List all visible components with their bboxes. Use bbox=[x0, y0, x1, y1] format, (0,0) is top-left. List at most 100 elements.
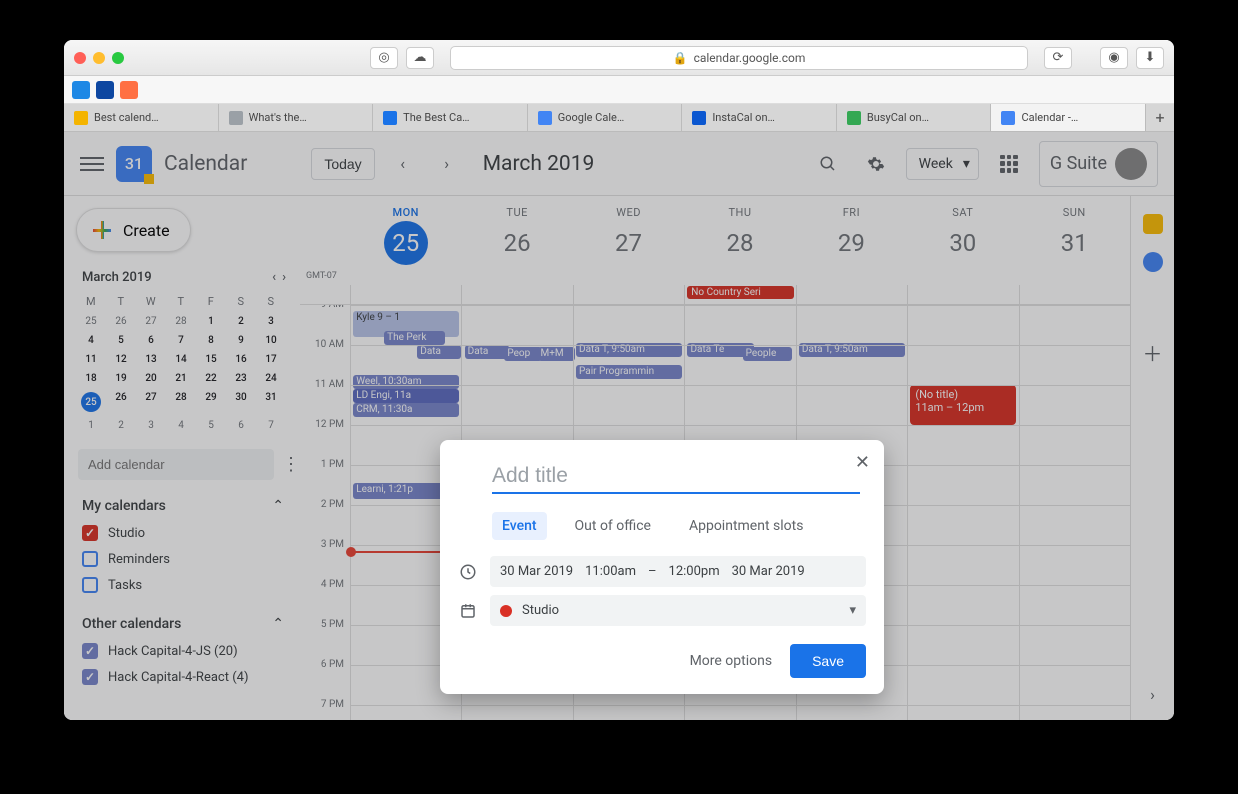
day-column[interactable] bbox=[1019, 305, 1130, 720]
calendar-event[interactable]: Data bbox=[465, 345, 509, 359]
day-column-header[interactable]: TUE 26 bbox=[461, 196, 572, 271]
create-button[interactable]: Create bbox=[76, 208, 191, 252]
day-column-header[interactable]: SAT 30 bbox=[907, 196, 1018, 271]
day-column[interactable]: (No title)11am – 12pm bbox=[907, 305, 1018, 720]
mini-cal-day[interactable]: 9 bbox=[226, 331, 256, 350]
tab-event[interactable]: Event bbox=[492, 512, 547, 540]
end-date[interactable]: 30 Mar 2019 bbox=[732, 564, 805, 579]
favorite-icon[interactable] bbox=[120, 81, 138, 99]
mini-cal-day[interactable]: 28 bbox=[166, 312, 196, 331]
next-week-button[interactable]: › bbox=[431, 148, 463, 180]
url-bar[interactable]: 🔒 calendar.google.com bbox=[450, 46, 1028, 70]
mini-cal-day[interactable]: 13 bbox=[136, 350, 166, 369]
calendar-event[interactable]: Peop bbox=[504, 347, 542, 361]
day-number[interactable]: 25 bbox=[384, 221, 428, 265]
calendar-event[interactable]: CRM, 11:30a bbox=[353, 403, 459, 417]
calendar-item[interactable]: Tasks bbox=[76, 572, 300, 598]
avatar[interactable] bbox=[1115, 148, 1147, 180]
day-column-header[interactable]: WED 27 bbox=[573, 196, 684, 271]
calendar-event[interactable]: Pair Programmin bbox=[576, 365, 682, 379]
day-number[interactable]: 30 bbox=[941, 221, 985, 265]
mini-cal-day[interactable]: 28 bbox=[166, 388, 196, 416]
mini-cal-day[interactable]: 30 bbox=[226, 388, 256, 416]
tab-appointment-slots[interactable]: Appointment slots bbox=[679, 512, 813, 540]
other-calendars-header[interactable]: Other calendars bbox=[82, 616, 181, 632]
tasks-icon[interactable] bbox=[1143, 252, 1163, 272]
keep-icon[interactable] bbox=[1143, 214, 1163, 234]
reload-button[interactable]: ⟳ bbox=[1044, 47, 1072, 69]
mini-cal-day[interactable]: 23 bbox=[226, 369, 256, 388]
main-menu-icon[interactable] bbox=[80, 152, 104, 176]
event-title-input[interactable] bbox=[492, 460, 860, 494]
browser-tab[interactable]: Google Cale… bbox=[528, 104, 683, 131]
search-icon[interactable] bbox=[810, 146, 846, 182]
mini-cal-day[interactable]: 27 bbox=[136, 312, 166, 331]
mini-cal-day[interactable]: 10 bbox=[256, 331, 286, 350]
prev-week-button[interactable]: ‹ bbox=[387, 148, 419, 180]
mini-cal-day[interactable]: 6 bbox=[136, 331, 166, 350]
day-number[interactable]: 31 bbox=[1052, 221, 1096, 265]
mini-calendar[interactable]: MTWTFSS252627281234567891011121314151617… bbox=[76, 291, 286, 435]
downloads-button[interactable]: ⬇ bbox=[1136, 47, 1164, 69]
day-number[interactable]: 27 bbox=[607, 221, 651, 265]
mini-cal-day[interactable]: 25 bbox=[76, 312, 106, 331]
calendar-event[interactable]: LD Engi, 11a bbox=[353, 389, 459, 403]
add-calendar-input[interactable] bbox=[78, 449, 274, 480]
calendar-checkbox[interactable] bbox=[82, 643, 98, 659]
allday-event[interactable]: No Country Seri bbox=[687, 286, 793, 299]
day-column-header[interactable]: THU 28 bbox=[684, 196, 795, 271]
minimize-window-icon[interactable] bbox=[93, 52, 105, 64]
day-number[interactable]: 29 bbox=[829, 221, 873, 265]
new-tab-button[interactable]: + bbox=[1146, 104, 1174, 131]
mini-cal-day[interactable]: 6 bbox=[226, 416, 256, 435]
mini-cal-day[interactable]: 15 bbox=[196, 350, 226, 369]
calendar-item[interactable]: Studio bbox=[76, 520, 300, 546]
chevron-up-icon[interactable]: ⌃ bbox=[272, 616, 284, 632]
calendar-item[interactable]: Reminders bbox=[76, 546, 300, 572]
mini-cal-day[interactable]: 7 bbox=[166, 331, 196, 350]
calendar-event[interactable]: People bbox=[743, 347, 793, 361]
calendar-checkbox[interactable] bbox=[82, 551, 98, 567]
calendar-event[interactable]: The Perk bbox=[384, 331, 445, 345]
icloud-tabs-button[interactable]: ☁ bbox=[406, 47, 434, 69]
calendar-item[interactable]: Hack Capital-4-JS (20) bbox=[76, 638, 300, 664]
mini-cal-day[interactable]: 26 bbox=[106, 388, 136, 416]
calendar-event[interactable]: Data bbox=[417, 345, 461, 359]
privacy-report-button[interactable]: ◎ bbox=[370, 47, 398, 69]
browser-tab[interactable]: What's the… bbox=[219, 104, 374, 131]
reader-button[interactable]: ◉ bbox=[1100, 47, 1128, 69]
calendar-event[interactable]: M+M bbox=[538, 347, 576, 361]
add-addon-icon[interactable]: ＋ bbox=[1143, 338, 1163, 367]
start-time[interactable]: 11:00am bbox=[585, 564, 636, 579]
calendar-select[interactable]: Studio ▾ bbox=[490, 595, 866, 626]
browser-tab[interactable]: The Best Ca… bbox=[373, 104, 528, 131]
day-column-header[interactable]: SUN 31 bbox=[1019, 196, 1130, 271]
mini-cal-day[interactable]: 12 bbox=[106, 350, 136, 369]
favorite-icon[interactable] bbox=[96, 81, 114, 99]
mini-cal-day[interactable]: 17 bbox=[256, 350, 286, 369]
mini-cal-day[interactable]: 3 bbox=[136, 416, 166, 435]
mini-cal-day[interactable]: 2 bbox=[226, 312, 256, 331]
mini-cal-day[interactable]: 3 bbox=[256, 312, 286, 331]
close-icon[interactable]: ✕ bbox=[851, 448, 874, 477]
browser-tab[interactable]: Calendar -… bbox=[991, 104, 1146, 131]
browser-tab[interactable]: Best calend… bbox=[64, 104, 219, 131]
calendar-item[interactable]: Hack Capital-4-React (4) bbox=[76, 664, 300, 690]
mini-cal-day[interactable]: 4 bbox=[76, 331, 106, 350]
mini-cal-day[interactable]: 31 bbox=[256, 388, 286, 416]
mini-cal-day[interactable]: 14 bbox=[166, 350, 196, 369]
calendar-checkbox[interactable] bbox=[82, 669, 98, 685]
collapse-panel-icon[interactable]: › bbox=[1150, 685, 1155, 704]
mini-cal-day[interactable]: 24 bbox=[256, 369, 286, 388]
browser-tab[interactable]: InstaCal on… bbox=[682, 104, 837, 131]
mini-cal-day[interactable]: 22 bbox=[196, 369, 226, 388]
favorite-icon[interactable] bbox=[72, 81, 90, 99]
today-button[interactable]: Today bbox=[311, 148, 374, 180]
pending-event[interactable]: (No title)11am – 12pm bbox=[910, 385, 1016, 425]
time-range[interactable]: 30 Mar 2019 11:00am – 12:00pm 30 Mar 201… bbox=[490, 556, 866, 587]
day-number[interactable]: 28 bbox=[718, 221, 762, 265]
mini-cal-day[interactable]: 18 bbox=[76, 369, 106, 388]
close-window-icon[interactable] bbox=[74, 52, 86, 64]
my-calendars-header[interactable]: My calendars bbox=[82, 498, 166, 514]
gsuite-badge[interactable]: G Suite bbox=[1039, 141, 1158, 187]
